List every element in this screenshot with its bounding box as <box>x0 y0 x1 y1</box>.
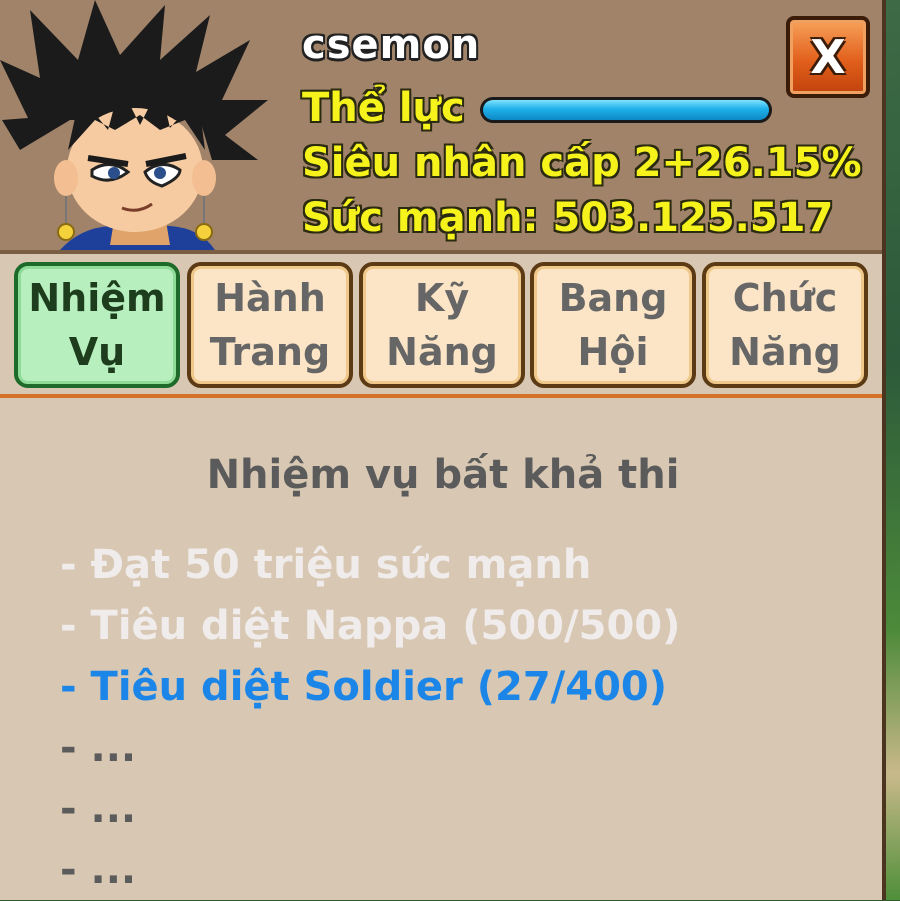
power-label: Sức mạnh: 503.125.517 <box>302 195 834 241</box>
character-avatar <box>0 0 268 250</box>
tab-label-line1: Nhiệm <box>28 276 166 320</box>
tab-label-line2: Hội <box>577 330 649 374</box>
tab-label-line1: Kỹ <box>414 276 470 320</box>
quest-item: - Tiêu diệt Nappa (500/500) <box>60 603 681 649</box>
tab-quests[interactable]: Nhiệm Vụ <box>14 262 180 388</box>
tab-bar: Nhiệm Vụ Hành Trang Kỹ Năng Bang Hội Chứ… <box>14 262 874 388</box>
quest-list: - Đạt 50 triệu sức mạnh - Tiêu diệt Napp… <box>60 535 860 901</box>
tab-label-line1: Chức <box>732 276 838 320</box>
tab-label-line2: Năng <box>386 330 498 374</box>
quest-item: - ... <box>60 786 137 832</box>
quest-item: - Tiêu diệt Soldier (27/400) <box>60 664 668 710</box>
close-button[interactable]: X <box>786 16 870 98</box>
close-icon: X <box>810 30 846 84</box>
player-name: csemon <box>302 22 481 68</box>
tab-inventory[interactable]: Hành Trang <box>187 262 353 388</box>
tab-label-line2: Trang <box>209 330 331 374</box>
header-divider <box>0 250 882 254</box>
stamina-label: Thể lực <box>302 85 465 131</box>
stamina-bar-fill <box>483 100 769 120</box>
tab-label-line2: Năng <box>729 330 841 374</box>
tab-label-line2: Vụ <box>68 330 126 374</box>
tab-label-line1: Hành <box>214 276 326 320</box>
tab-functions[interactable]: Chức Năng <box>702 262 868 388</box>
level-label: Siêu nhân cấp 2+26.15% <box>302 140 862 186</box>
quest-title: Nhiệm vụ bất khả thi <box>206 452 680 498</box>
tab-label-line1: Bang <box>558 276 668 320</box>
quest-item: - ... <box>60 725 137 771</box>
stamina-bar <box>480 97 772 123</box>
quest-item: - Đạt 50 triệu sức mạnh <box>60 542 592 588</box>
quest-item: - ... <box>60 847 137 893</box>
tab-skills[interactable]: Kỹ Năng <box>359 262 525 388</box>
tab-divider <box>0 394 882 398</box>
tab-clan[interactable]: Bang Hội <box>530 262 696 388</box>
quest-panel: csemon Thể lực Siêu nhân cấp 2+26.15% Sứ… <box>0 0 886 900</box>
character-header: csemon Thể lực Siêu nhân cấp 2+26.15% Sứ… <box>0 0 882 250</box>
